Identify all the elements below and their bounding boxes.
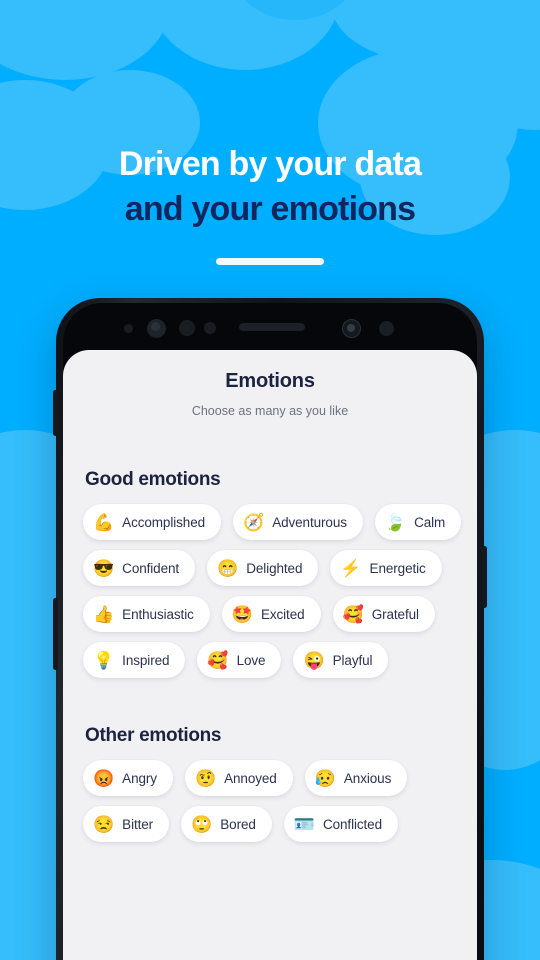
emotion-chip-label: Conflicted: [322, 816, 383, 832]
chip-group-good: 💪 Accomplished 🧭 Adventurous 🍃 Calm 😎 Confident…: [83, 504, 477, 678]
emotion-chip[interactable]: 💪 Accomplished: [83, 504, 222, 540]
emotion-chip[interactable]: 🙄 Bored: [181, 806, 272, 842]
emotion-chip[interactable]: 😜 Playful: [293, 642, 389, 678]
emotion-chip-label: Annoyed: [224, 770, 277, 786]
emotion-chip[interactable]: 🥰 Grateful: [332, 596, 435, 632]
emotion-chip[interactable]: ⚡ Energetic: [330, 550, 442, 586]
signpost-icon: 🪪: [293, 814, 315, 834]
emotion-chip-label: Grateful: [371, 606, 419, 622]
section-title-other: Other emotions: [85, 725, 222, 746]
compass-icon: 🧭: [243, 512, 265, 532]
sensor-cluster: [63, 317, 477, 341]
headline-line-1: Driven by your data: [118, 145, 422, 183]
smiling-face-hearts-icon: 🥰: [207, 650, 229, 670]
emotion-chip-label: Anxious: [343, 770, 392, 786]
flexed-biceps-icon: 💪: [93, 512, 115, 532]
light-bulb-icon: 💡: [93, 650, 115, 670]
emotion-chip-label: Playful: [332, 652, 373, 668]
emotions-app: Emotions Choose as many as you like Good…: [63, 350, 477, 842]
emotion-chip[interactable]: 🍃 Calm: [374, 504, 462, 540]
page-subtitle: Choose as many as you like: [191, 404, 349, 418]
iris-scanner-icon: [342, 319, 361, 338]
beaming-face-icon: 😁: [217, 558, 239, 578]
emotion-chip[interactable]: 👍 Enthusiastic: [83, 596, 210, 632]
led-indicator-icon: [379, 321, 394, 336]
emotion-chip[interactable]: 😁 Delighted: [207, 550, 319, 586]
headline-divider: [216, 258, 324, 265]
page-title: Emotions: [225, 370, 315, 392]
emotion-chip-label: Bored: [220, 816, 256, 832]
emotion-chip-label: Bitter: [122, 816, 154, 832]
front-camera-icon: [147, 319, 166, 338]
sad-sweat-face-icon: 😥: [314, 768, 336, 788]
power-button[interactable]: [482, 546, 487, 608]
phone-bezel: Emotions Choose as many as you like Good…: [63, 303, 477, 960]
smiling-face-hearts-icon: 🥰: [342, 604, 364, 624]
thumbs-up-icon: 👍: [93, 604, 115, 624]
proximity-sensor-icon: [179, 320, 195, 336]
emotion-chip[interactable]: 😥 Anxious: [304, 760, 408, 796]
rolling-eyes-face-icon: 🙄: [191, 814, 213, 834]
phone-mockup: Emotions Choose as many as you like Good…: [53, 298, 487, 960]
emotion-chip-label: Excited: [260, 606, 305, 622]
leaf-fluttering-icon: 🍃: [384, 512, 407, 532]
emotion-chip[interactable]: 🥰 Love: [197, 642, 282, 678]
emotion-chip-label: Calm: [414, 514, 446, 530]
emotion-chip[interactable]: 😡 Angry: [83, 760, 173, 796]
smiling-face-sunglasses-icon: 😎: [93, 558, 115, 578]
emotion-chip-label: Accomplished: [122, 514, 206, 530]
phone-screen: Emotions Choose as many as you like Good…: [63, 350, 477, 960]
winking-face-tongue-icon: 😜: [303, 650, 325, 670]
emotion-chip-label: Adventurous: [272, 514, 347, 530]
emotion-chip[interactable]: 💡 Inspired: [83, 642, 186, 678]
headline-line-2: and your emotions: [124, 189, 416, 228]
star-struck-icon: 🤩: [231, 604, 253, 624]
raised-eyebrow-face-icon: 🤨: [194, 768, 217, 788]
emotion-chip[interactable]: 😒 Bitter: [83, 806, 170, 842]
emotion-chip[interactable]: 🤩 Excited: [221, 596, 321, 632]
promo-headline: Driven by your data and your emotions: [0, 142, 540, 232]
unamused-face-icon: 😒: [93, 814, 115, 834]
high-voltage-icon: ⚡: [340, 558, 362, 578]
volume-up-button[interactable]: [53, 390, 58, 436]
pouting-face-icon: 😡: [93, 768, 115, 788]
emotion-chip[interactable]: 🪪 Conflicted: [283, 806, 399, 842]
emotion-chip[interactable]: 😎 Confident: [83, 550, 196, 586]
section-title-good: Good emotions: [85, 469, 221, 490]
emotion-chip-label: Confident: [122, 560, 180, 576]
emotion-chip-label: Inspired: [122, 652, 170, 668]
chip-group-other: 😡 Angry 🤨 Annoyed 😥 Anxious 😒 Bitter 🙄 Bored 🪪 Conf…: [83, 760, 477, 842]
emotion-chip[interactable]: 🧭 Adventurous: [233, 504, 363, 540]
emotion-chip-label: Love: [236, 652, 266, 668]
emotion-chip-label: Enthusiastic: [122, 606, 194, 622]
emotion-chip-label: Delighted: [246, 560, 303, 576]
promo-screenshot: Driven by your data and your emotions Em…: [0, 0, 540, 960]
light-sensor-icon: [204, 322, 216, 334]
sensor-dot-icon: [124, 324, 133, 333]
emotion-chip-label: Energetic: [369, 560, 426, 576]
earpiece-speaker-icon: [239, 323, 305, 331]
emotion-chip-label: Angry: [122, 770, 157, 786]
volume-down-button[interactable]: [53, 598, 58, 670]
emotion-chip[interactable]: 🤨 Annoyed: [184, 760, 293, 796]
